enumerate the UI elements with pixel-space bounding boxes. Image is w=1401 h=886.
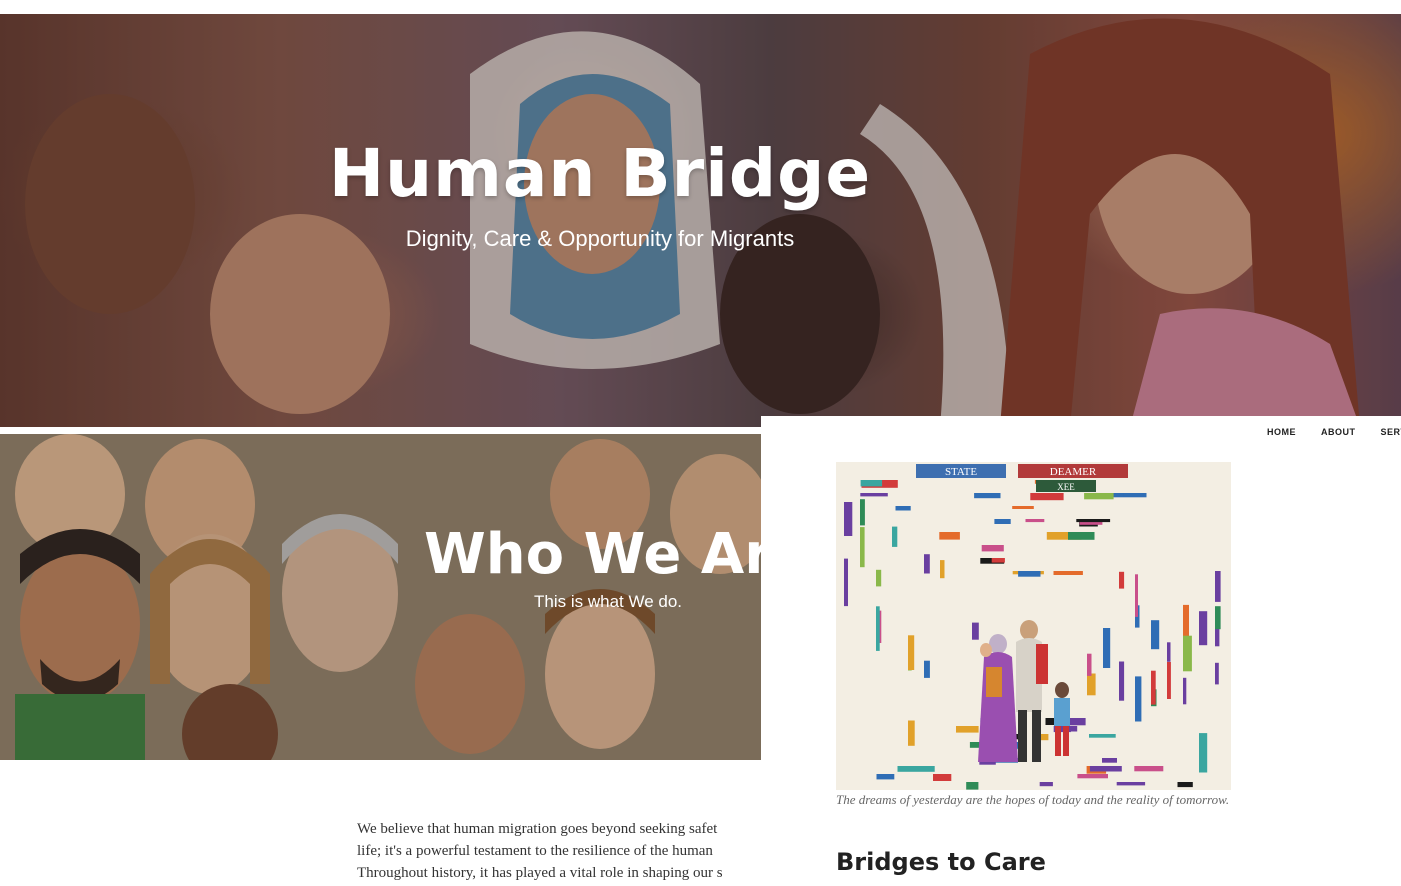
collage-strip: [844, 502, 853, 536]
about-line-1: We believe that human migration goes bey…: [357, 821, 718, 837]
nav-services[interactable]: SERVIC: [1381, 427, 1401, 437]
collage-strip: [860, 493, 888, 497]
collage-strip: [966, 782, 979, 790]
collage-strip: [1102, 758, 1117, 763]
art-label-2: DEAMER: [1050, 466, 1097, 478]
collage-strip: [1135, 676, 1142, 722]
collage-strip: [876, 606, 880, 651]
collage-strip: [895, 506, 911, 511]
collage-strip: [1135, 574, 1138, 617]
collage-strip: [940, 560, 945, 579]
collage-strip: [897, 766, 935, 772]
collage-strip: [1077, 774, 1108, 779]
collage-strip: [1123, 493, 1138, 497]
hero-banner: Human Bridge Dignity, Care & Opportunity…: [0, 14, 1401, 427]
collage-strip: [1151, 670, 1156, 705]
who-subtitle: This is what We do.: [534, 592, 683, 611]
art-label-3: XEE: [1057, 482, 1075, 492]
section-title: Bridges to Care: [836, 848, 1046, 876]
figure-baby: [980, 643, 992, 657]
collage-illustration: STATE DEAMER XEE: [836, 462, 1231, 790]
collage-strip: [1177, 782, 1193, 788]
collage-strip: [1215, 662, 1219, 685]
about-line-2: life; it's a powerful testament to the r…: [357, 843, 713, 859]
collage-strip: [860, 527, 865, 568]
collage-strip: [1215, 571, 1221, 602]
collage-strip: [1183, 635, 1192, 672]
collage-strip: [892, 526, 898, 547]
collage-strip: [924, 660, 930, 678]
collage-strip: [1151, 620, 1160, 650]
collage-strip: [876, 774, 895, 780]
collage-strip: [1199, 733, 1208, 773]
collage-strip: [1089, 734, 1116, 738]
collage-strip: [860, 499, 865, 526]
collage-strip: [933, 774, 952, 781]
who-title: Who We Are: [424, 522, 761, 587]
about-paragraph: We believe that human migration goes bey…: [357, 818, 761, 886]
collage-strip: [1199, 611, 1208, 646]
art-label-1: STATE: [945, 466, 977, 478]
collage-strip: [1089, 766, 1122, 772]
collage-strip: [1087, 653, 1092, 676]
site-title: Human Bridge: [328, 135, 872, 212]
collage-strip: [876, 569, 882, 587]
collage-strip: [974, 493, 1001, 499]
collage-strip: [956, 726, 979, 733]
collage-strip: [1116, 782, 1146, 786]
about-line-3: Throughout history, it has played a vita…: [357, 865, 723, 881]
collage-strip: [1103, 628, 1111, 668]
collage-strip: [844, 558, 848, 607]
collage-strip: [1012, 506, 1034, 509]
collage-strip: [1053, 571, 1083, 575]
collage-strip: [1119, 661, 1125, 701]
collage-strip: [908, 720, 915, 746]
collage-strip: [1076, 519, 1111, 523]
collage-strip: [1084, 493, 1114, 500]
collage-strip: [1215, 606, 1221, 630]
collage-strip: [1119, 571, 1125, 589]
collage-strip: [1167, 662, 1171, 699]
collage-strip: [1087, 673, 1096, 696]
collage-strip: [1134, 766, 1164, 772]
collage-strip: [981, 545, 1004, 552]
collage-strip: [994, 519, 1011, 524]
who-we-are-banner: Who We Are This is what We do.: [0, 434, 761, 760]
collage-strip: [1025, 519, 1045, 523]
collage-strip: [860, 480, 883, 487]
collage-strip: [1183, 677, 1187, 705]
collage-strip: [939, 532, 960, 540]
collage-strip: [908, 635, 915, 670]
collage-strip: [1030, 493, 1064, 501]
feature-image: STATE DEAMER XEE: [836, 462, 1231, 790]
who-text: Who We Are This is what We do.: [424, 522, 761, 612]
collage-strip: [1039, 782, 1053, 787]
main-nav: HOME ABOUT SERVIC: [1267, 427, 1401, 437]
nav-about[interactable]: ABOUT: [1321, 427, 1356, 437]
collage-strip: [924, 554, 930, 574]
figure-child: [1054, 698, 1070, 726]
collage-strip: [972, 622, 979, 640]
content-panel: HOME ABOUT SERVIC STATE DEAMER XEE: [761, 416, 1401, 886]
hero-text: Human Bridge Dignity, Care & Opportunity…: [320, 132, 880, 252]
collage-strip: [1068, 532, 1095, 540]
site-tagline: Dignity, Care & Opportunity for Migrants: [405, 226, 795, 251]
collage-strip: [1018, 571, 1041, 577]
image-caption: The dreams of yesterday are the hopes of…: [836, 792, 1230, 807]
nav-home[interactable]: HOME: [1267, 427, 1296, 437]
collage-strip: [991, 558, 1005, 563]
collage-strip: [1167, 642, 1171, 662]
